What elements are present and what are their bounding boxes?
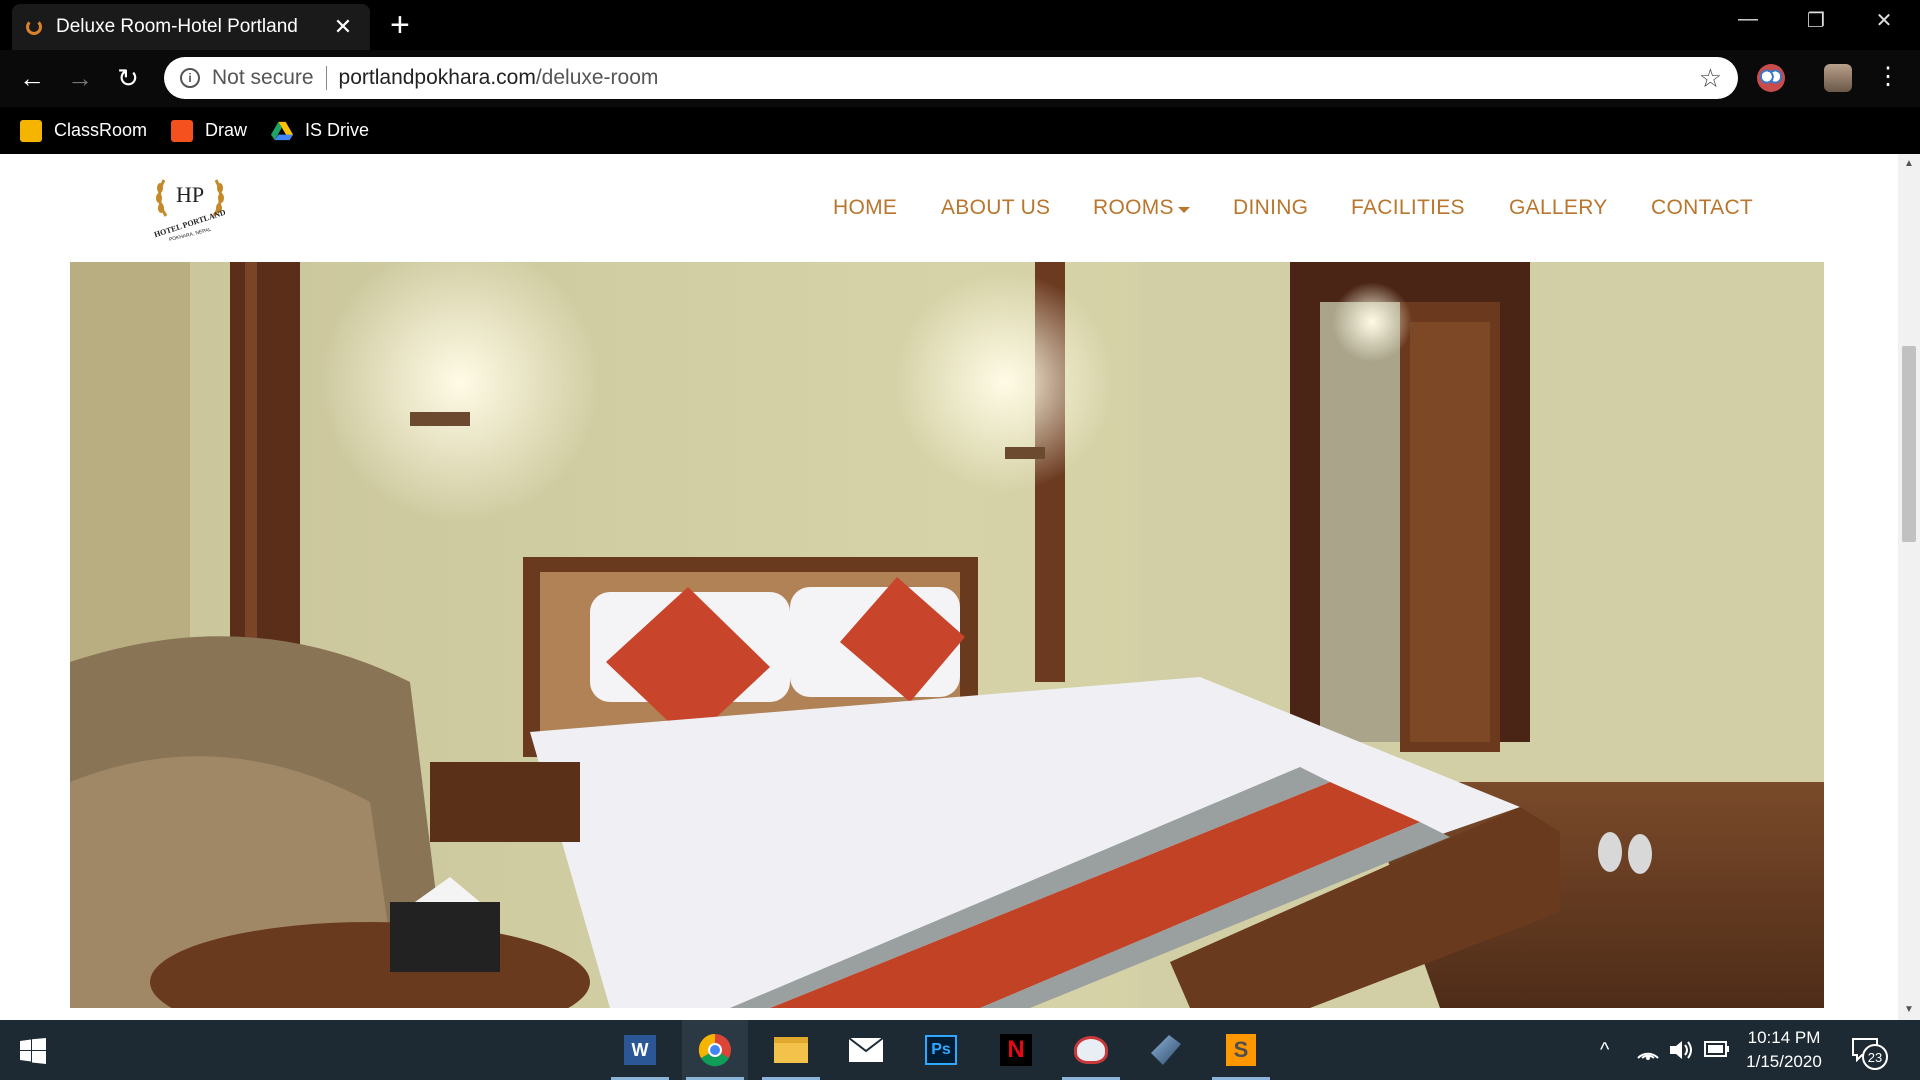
- bookmark-draw[interactable]: Draw: [171, 119, 248, 142]
- bookmark-star-icon[interactable]: ☆: [1699, 63, 1722, 94]
- close-window-button[interactable]: ✕: [1864, 8, 1904, 33]
- taskbar-file-explorer[interactable]: [758, 1020, 824, 1080]
- photoshop-icon: Ps: [925, 1035, 957, 1065]
- bookmark-label: Draw: [205, 120, 248, 140]
- system-clock[interactable]: 10:14 PM 1/15/2020: [1734, 1026, 1834, 1074]
- bookmark-label: ClassRoom: [54, 120, 148, 140]
- taskbar-word[interactable]: W: [607, 1020, 673, 1080]
- logo-initials: HP: [176, 182, 204, 207]
- google-classroom-icon: [20, 119, 42, 142]
- taskbar-sublime-text[interactable]: S: [1208, 1020, 1274, 1080]
- chevron-down-icon: [1177, 206, 1190, 213]
- new-tab-button[interactable]: +: [390, 8, 410, 42]
- word-icon: W: [624, 1035, 656, 1065]
- tab-close-icon[interactable]: ✕: [330, 14, 356, 40]
- restore-button[interactable]: ❐: [1796, 8, 1836, 33]
- security-label[interactable]: Not secure: [212, 66, 314, 90]
- loading-favicon-icon: [26, 19, 42, 35]
- taskbar-photoshop[interactable]: Ps: [908, 1020, 974, 1080]
- taskbar-chrome[interactable]: [682, 1020, 748, 1080]
- scroll-up-icon[interactable]: ▲: [1904, 158, 1914, 169]
- minimize-button[interactable]: —: [1728, 8, 1768, 31]
- scroll-down-icon[interactable]: ▼: [1904, 1004, 1914, 1015]
- forward-button[interactable]: →: [62, 63, 98, 93]
- tab-title: Deluxe Room-Hotel Portland: [56, 16, 298, 37]
- profile-avatar-icon[interactable]: [1824, 64, 1852, 92]
- bookmark-classroom[interactable]: ClassRoom: [20, 119, 148, 142]
- scrollbar-thumb[interactable]: [1902, 346, 1916, 542]
- browser-tab[interactable]: Deluxe Room-Hotel Portland ✕: [12, 4, 370, 50]
- taskbar-app[interactable]: [1133, 1020, 1199, 1080]
- taskbar-mail[interactable]: [833, 1020, 899, 1080]
- google-drive-icon: [271, 121, 294, 140]
- notification-count-badge: 23: [1862, 1044, 1888, 1070]
- back-button[interactable]: ←: [14, 63, 50, 93]
- windows-taskbar: W Ps N S ^ 10:14 PM 1/15/2020 23: [0, 1020, 1920, 1080]
- url-host: portlandpokhara.com: [338, 66, 536, 89]
- url-text[interactable]: portlandpokhara.com/deluxe-room: [339, 66, 1699, 90]
- windows-start-icon[interactable]: [20, 1038, 46, 1064]
- info-icon[interactable]: i: [180, 68, 200, 88]
- clock-date: 1/15/2020: [1746, 1052, 1822, 1071]
- file-explorer-icon: [774, 1037, 808, 1063]
- taskbar-snipping-tool[interactable]: [1058, 1020, 1124, 1080]
- browser-tab-strip: Deluxe Room-Hotel Portland ✕ + — ❐ ✕: [0, 0, 1920, 50]
- nav-about-us[interactable]: ABOUT US: [941, 196, 1050, 220]
- url-path: /deluxe-room: [535, 66, 659, 89]
- page-scrollbar[interactable]: ▲ ▼: [1898, 154, 1920, 1020]
- app-icon: [1151, 1035, 1181, 1065]
- tray-chevron-icon[interactable]: ^: [1600, 1020, 1609, 1080]
- chrome-icon: [698, 1033, 731, 1067]
- deluxe-room-photo: [70, 262, 1824, 1008]
- taskbar-netflix[interactable]: N: [983, 1020, 1049, 1080]
- bookmark-label: IS Drive: [305, 120, 370, 140]
- clock-time: 10:14 PM: [1747, 1028, 1821, 1047]
- bookmark-is-drive[interactable]: IS Drive: [271, 120, 369, 142]
- extension-icon[interactable]: [1757, 64, 1785, 92]
- address-bar[interactable]: i Not secure portlandpokhara.com/deluxe-…: [164, 57, 1738, 99]
- reload-button[interactable]: ↻: [110, 63, 146, 93]
- draw-icon: [171, 119, 194, 142]
- nav-facilities[interactable]: FACILITIES: [1351, 196, 1465, 220]
- mail-icon: [848, 1037, 884, 1062]
- divider: [325, 66, 327, 90]
- wifi-icon[interactable]: [1636, 1038, 1660, 1062]
- netflix-icon: N: [1000, 1034, 1032, 1066]
- bookmarks-bar: ClassRoom Draw IS Drive: [0, 107, 1920, 154]
- nav-rooms-label: ROOMS: [1093, 196, 1174, 219]
- nav-home[interactable]: HOME: [833, 196, 897, 220]
- snipping-icon: [1074, 1036, 1108, 1064]
- web-page: HP HOTEL PORTLAND POKHARA, NEPAL HOME AB…: [0, 154, 1898, 1020]
- chrome-menu-icon[interactable]: ⋮: [1876, 62, 1900, 92]
- nav-dining[interactable]: DINING: [1233, 196, 1308, 220]
- sublime-text-icon: S: [1226, 1034, 1256, 1066]
- browser-toolbar: ← → ↻ i Not secure portlandpokhara.com/d…: [0, 50, 1920, 107]
- nav-rooms[interactable]: ROOMS: [1093, 196, 1190, 220]
- nav-gallery[interactable]: GALLERY: [1509, 196, 1608, 220]
- action-center-button[interactable]: 23: [1852, 1034, 1888, 1070]
- battery-icon[interactable]: [1704, 1040, 1730, 1058]
- nav-contact[interactable]: CONTACT: [1651, 196, 1753, 220]
- hotel-portland-logo[interactable]: HP HOTEL PORTLAND POKHARA, NEPAL: [150, 164, 230, 244]
- volume-icon[interactable]: [1668, 1038, 1694, 1062]
